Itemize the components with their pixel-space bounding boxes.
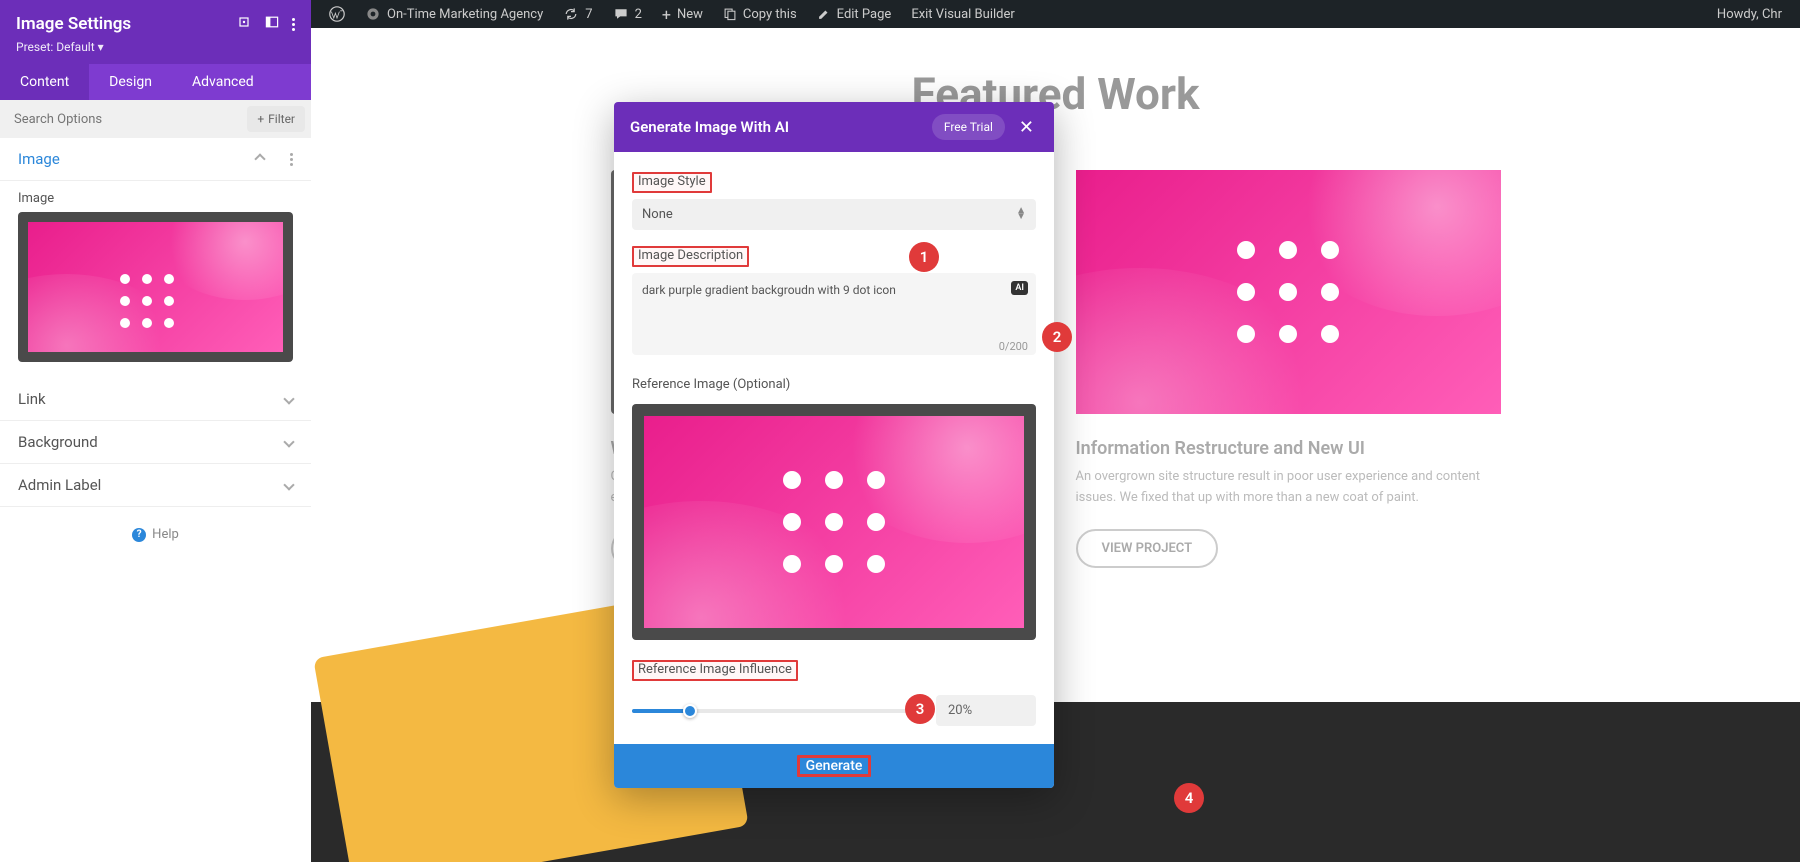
kebab-icon[interactable] [290,153,293,166]
generate-image-modal: Generate Image With AI Free Trial ✕ Imag… [614,102,1054,788]
site-name-label: On-Time Marketing Agency [387,7,543,22]
influence-slider-row: 20% [632,695,1036,726]
modal-header: Generate Image With AI Free Trial ✕ [614,102,1054,152]
section-background-header[interactable]: Background [0,421,311,464]
updates-menu[interactable]: 7 [553,0,602,28]
influence-slider[interactable] [632,709,920,713]
exit-label: Exit Visual Builder [911,7,1014,22]
filter-label: Filter [268,112,295,126]
image-style-select[interactable]: None [632,199,1036,230]
comments-count: 2 [635,7,642,22]
wp-logo-menu[interactable] [319,0,355,28]
help-icon: ? [132,528,146,542]
annotation-badge-4: 4 [1174,783,1204,813]
section-image-header[interactable]: Image [0,138,311,181]
section-adminlabel-title: Admin Label [18,476,101,494]
view-project-button[interactable]: VIEW PROJECT [1076,529,1219,568]
modal-title: Generate Image With AI [630,118,789,136]
dock-icon[interactable] [264,14,280,34]
select-chevron-icon: ▲▼ [1016,207,1026,219]
image-style-label: Image Style [632,172,712,193]
copy-menu[interactable]: Copy this [713,0,807,28]
work-card-desc: An overgrown site structure result in po… [1076,467,1501,509]
image-description-label: Image Description [632,246,749,267]
site-name-menu[interactable]: On-Time Marketing Agency [355,0,553,28]
kebab-menu-icon[interactable] [292,18,295,31]
help-label: Help [152,527,179,542]
module-settings-panel: Image Settings Preset: Default ▾ Content… [0,0,311,862]
generate-button[interactable]: Generate [614,744,1054,788]
image-description-input[interactable] [632,273,1036,355]
admin-bar-left: On-Time Marketing Agency 7 2 + New Copy t… [319,0,1025,28]
close-icon[interactable]: ✕ [1015,117,1038,138]
pencil-icon [817,7,831,21]
char-count: 0/200 [999,340,1028,353]
search-row: + Filter [0,100,311,138]
work-grid: Website Redesign Curabitur placerat leo … [311,170,1800,568]
copy-label: Copy this [743,7,797,22]
slider-fill [632,709,690,713]
plus-icon: + [257,112,264,126]
section-link-title: Link [18,390,46,408]
generate-label: Generate [797,755,872,777]
comments-menu[interactable]: 2 [603,0,652,28]
work-card: Information Restructure and New UI An ov… [1076,170,1501,568]
annotation-badge-1: 1 [909,242,939,272]
section-background-title: Background [18,433,98,451]
comment-icon [613,6,629,22]
section-link-header[interactable]: Link [0,378,311,421]
image-field-label: Image [18,191,293,206]
howdy-menu[interactable]: Howdy, Chr [1707,0,1792,28]
panel-title: Image Settings [16,14,131,34]
slider-thumb[interactable] [683,704,697,718]
wp-admin-bar: On-Time Marketing Agency 7 2 + New Copy t… [311,0,1800,28]
free-trial-badge[interactable]: Free Trial [932,114,1005,140]
annotation-badge-3: 3 [905,694,935,724]
tab-advanced[interactable]: Advanced [172,64,274,100]
influence-value[interactable]: 20% [936,695,1036,726]
section-adminlabel-header[interactable]: Admin Label [0,464,311,507]
image-thumbnail[interactable] [18,212,293,362]
page-canvas: Featured Work Website Redesign Curabitur… [311,28,1800,862]
tab-design[interactable]: Design [89,64,172,100]
responsive-icon[interactable] [236,14,252,34]
search-options-input[interactable] [0,102,241,137]
copy-icon [723,7,737,21]
thumbnail-preview [28,222,283,352]
chevron-down-icon [283,393,294,404]
page-heading: Featured Work [311,68,1800,120]
settings-tabs: Content Design Advanced [0,64,311,100]
plus-icon: + [662,5,671,24]
preset-label[interactable]: Preset: Default ▾ [16,40,295,54]
help-link[interactable]: ? Help [0,507,311,562]
exit-visual-builder[interactable]: Exit Visual Builder [901,0,1024,28]
edit-label: Edit Page [837,7,892,22]
chevron-down-icon [283,479,294,490]
filter-button[interactable]: + Filter [247,106,305,132]
section-image-body: Image [0,181,311,378]
refresh-icon [563,6,579,22]
ai-badge[interactable]: AI [1011,281,1028,295]
new-menu[interactable]: + New [652,0,713,28]
reference-image [644,416,1024,628]
panel-header: Image Settings Preset: Default ▾ [0,0,311,64]
reference-image-label: Reference Image (Optional) [632,377,790,392]
reference-image-preview[interactable] [632,404,1036,640]
section-image-title: Image [18,150,60,168]
updates-count: 7 [585,7,592,22]
chevron-down-icon [283,436,294,447]
modal-body: Image Style None ▲▼ Image Description AI… [614,152,1054,726]
reference-influence-label: Reference Image Influence [632,660,798,681]
tab-content[interactable]: Content [0,64,89,100]
edit-page-menu[interactable]: Edit Page [807,0,902,28]
work-card-image[interactable] [1076,170,1501,414]
chevron-up-icon [254,153,265,164]
work-image-preview [1076,170,1501,414]
work-card-title: Information Restructure and New UI [1076,438,1501,459]
annotation-badge-2: 2 [1042,322,1072,352]
howdy-label: Howdy, Chr [1717,7,1782,22]
new-label: New [677,7,703,22]
